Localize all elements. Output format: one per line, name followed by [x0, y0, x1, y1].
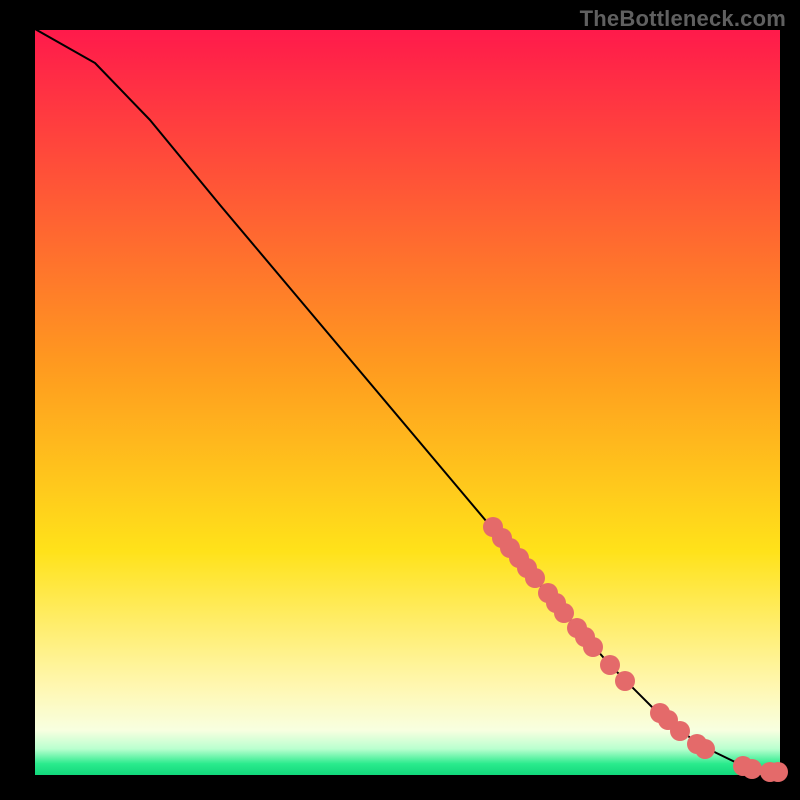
chart-svg — [0, 0, 800, 800]
data-point-marker — [695, 739, 715, 759]
data-point-marker — [742, 759, 762, 779]
data-point-marker — [768, 762, 788, 782]
data-point-marker — [615, 671, 635, 691]
data-point-marker — [600, 655, 620, 675]
data-point-marker — [583, 637, 603, 657]
chart-stage: TheBottleneck.com — [0, 0, 800, 800]
data-point-marker — [670, 721, 690, 741]
plot-background — [35, 30, 780, 775]
watermark-text: TheBottleneck.com — [580, 6, 786, 32]
